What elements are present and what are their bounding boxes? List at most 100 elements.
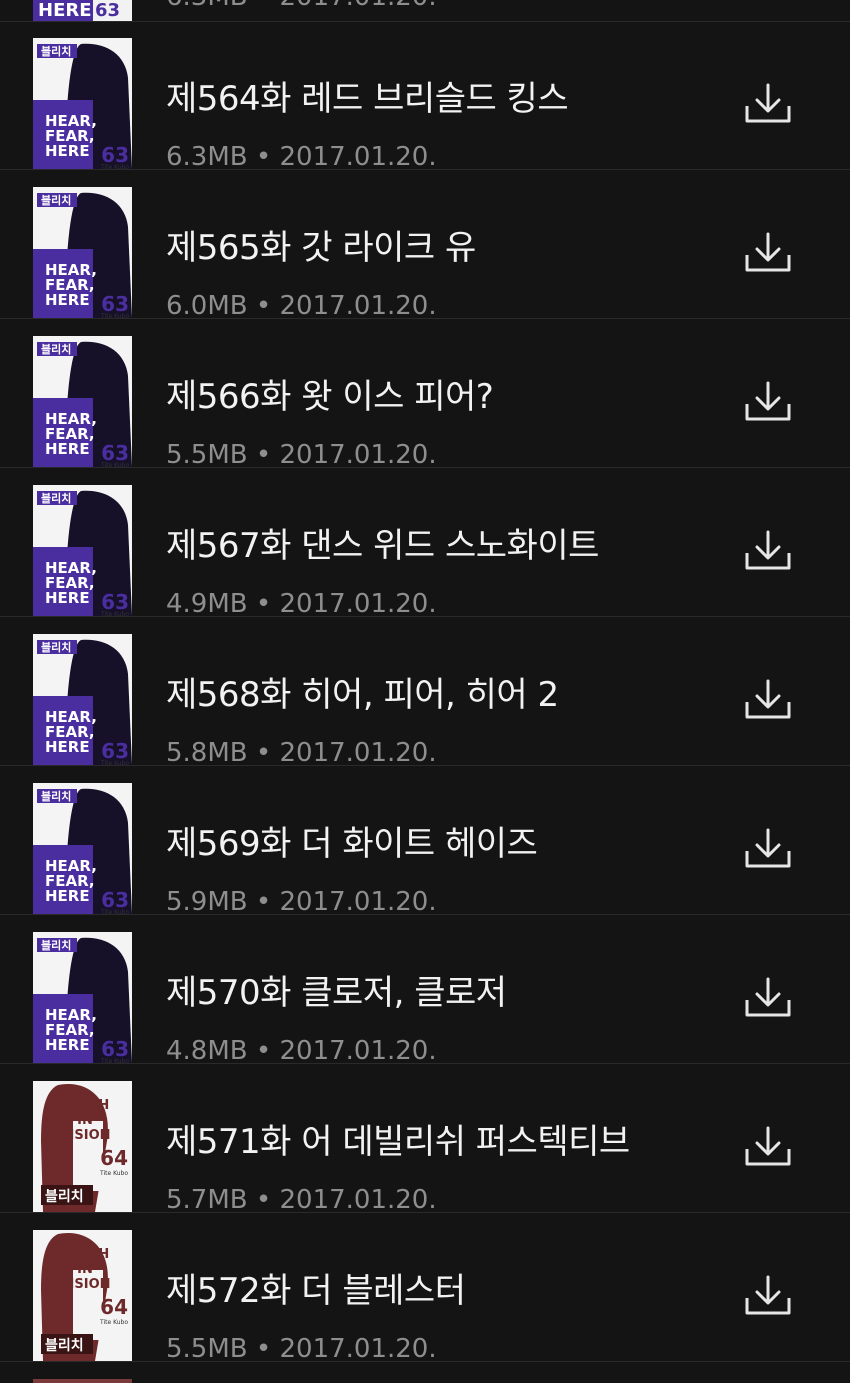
file-meta: 6.3MB • 2017.01.20. xyxy=(166,0,437,14)
svg-text:블리치: 블리치 xyxy=(41,342,71,356)
svg-text:블리치: 블리치 xyxy=(41,789,71,803)
download-button[interactable] xyxy=(744,231,792,275)
download-icon xyxy=(744,1126,792,1173)
cover-author: Tite Kubo xyxy=(100,1058,129,1063)
cover-thumbnail-frame: 블리치 HEAR, FEAR, HERE 63 Tite Kubo xyxy=(33,336,132,467)
download-icon xyxy=(744,530,792,577)
chapter-title: 제568화 히어, 피어, 히어 2 xyxy=(166,675,559,715)
chapter-title: 제567화 댄스 위드 스노화이트 xyxy=(166,526,599,566)
file-meta: 4.9MB • 2017.01.20. xyxy=(166,589,437,619)
chapter-title: 제571화 어 데빌리쉬 퍼스텍티브 xyxy=(166,1122,630,1162)
download-icon xyxy=(744,828,792,875)
cover-thumbnail: 블리치HEAR,FEAR,HERE 63Tite Kubo xyxy=(33,634,132,765)
file-meta: 6.3MB • 2017.01.20. xyxy=(166,142,437,172)
chapter-list-item[interactable]: 블리치 HEAR, FEAR, HERE 63 Tite Kubo 제567화 댄스 위드 … xyxy=(0,468,850,619)
chapter-list-item[interactable]: 블리치 HEAR, FEAR, HERE 63 Tite Kubo 제564화 레드 브리슬… xyxy=(0,21,850,172)
download-button[interactable] xyxy=(744,1274,792,1318)
cover-title-line: HERE xyxy=(45,142,90,160)
download-button[interactable] xyxy=(744,82,792,126)
cover-author: Tite Kubo xyxy=(100,462,129,467)
chapter-list-item[interactable]: 블리치 DEATH IN VISION 64 Tite Kubo 제571화 어 데빌리쉬 … xyxy=(0,1064,850,1215)
cover-title-line: IN xyxy=(77,1262,93,1277)
cover-title-line: HERE xyxy=(45,589,90,607)
file-meta: 5.8MB • 2017.01.20. xyxy=(166,738,437,768)
cover-title-line: HERE xyxy=(45,738,90,756)
cover-thumbnail: 블리치 DEATHINVISION 64Tite Kubo xyxy=(33,1081,132,1212)
cover-title-line: HERE xyxy=(45,291,90,309)
download-button[interactable] xyxy=(744,380,792,424)
cover-author: Tite Kubo xyxy=(100,313,129,318)
chapter-title: 제564화 레드 브리슬드 킹스 xyxy=(166,79,569,119)
chapter-list-item[interactable]: 블리치 HEAR, FEAR, HERE 63 Tite Kubo 제568화 히어, 피어… xyxy=(0,617,850,768)
download-button[interactable] xyxy=(744,678,792,722)
cover-thumbnail-partial: HERE 63 xyxy=(33,0,132,21)
file-meta: 4.8MB • 2017.01.20. xyxy=(166,1036,437,1066)
partial-list-item-top[interactable]: HERE 63 6.3MB • 2017.01.20. xyxy=(0,0,850,22)
chapter-list-item[interactable]: 블리치 HEAR, FEAR, HERE 63 Tite Kubo 제565화 갓 라이크 … xyxy=(0,170,850,321)
cover-author: Tite Kubo xyxy=(100,611,129,616)
partial-list-item-bottom[interactable] xyxy=(0,1379,850,1383)
cover-title-line: HERE xyxy=(45,887,90,905)
cover-title-line: HERE xyxy=(45,440,90,458)
cover-thumbnail-frame: 블리치 DEATH IN VISION 64 Tite Kubo xyxy=(33,1230,132,1361)
chapter-list-item[interactable]: 블리치 HEAR, FEAR, HERE 63 Tite Kubo 제569화 더 화이트 … xyxy=(0,766,850,917)
cover-thumbnail-partial xyxy=(33,1379,132,1383)
download-icon xyxy=(744,977,792,1024)
file-meta: 6.0MB • 2017.01.20. xyxy=(166,291,437,321)
download-button[interactable] xyxy=(744,529,792,573)
file-meta: 5.5MB • 2017.01.20. xyxy=(166,440,437,470)
cover-thumbnail-frame: 블리치 HEAR, FEAR, HERE 63 Tite Kubo xyxy=(33,634,132,765)
svg-text:블리치: 블리치 xyxy=(41,938,71,952)
cover-thumbnail: 블리치HEAR,FEAR,HERE 63Tite Kubo xyxy=(33,336,132,467)
cover-title-line: HERE xyxy=(45,1036,90,1054)
cover-title-line: VISION xyxy=(59,1277,110,1292)
download-icon xyxy=(744,381,792,428)
svg-text:블리치: 블리치 xyxy=(41,640,71,654)
cover-thumbnail: 블리치HEAR,FEAR,HERE 63Tite Kubo xyxy=(33,932,132,1063)
file-meta: 5.9MB • 2017.01.20. xyxy=(166,887,437,917)
cover-thumbnail: 블리치HEAR,FEAR,HERE 63Tite Kubo xyxy=(33,38,132,169)
chapter-list-item[interactable]: 블리치 DEATH IN VISION 64 Tite Kubo 제572화 더 블레스터 5… xyxy=(0,1213,850,1364)
download-icon xyxy=(744,83,792,130)
cover-thumbnail: 블리치 DEATHINVISION 64Tite Kubo xyxy=(33,1230,132,1361)
cover-volume-number: 64 xyxy=(100,1146,128,1170)
download-button[interactable] xyxy=(744,827,792,871)
cover-title-line: VISION xyxy=(59,1128,110,1143)
svg-text:블리치: 블리치 xyxy=(45,1338,84,1354)
chapter-title: 제566화 왓 이스 피어? xyxy=(166,377,494,417)
cover-volume-number: 64 xyxy=(100,1295,128,1319)
cover-thumbnail-frame: 블리치 HEAR, FEAR, HERE 63 Tite Kubo xyxy=(33,38,132,169)
svg-text:블리치: 블리치 xyxy=(41,491,71,505)
download-icon xyxy=(744,232,792,279)
svg-text:HERE: HERE xyxy=(38,0,92,21)
cover-thumbnail-frame: 블리치 HEAR, FEAR, HERE 63 Tite Kubo xyxy=(33,932,132,1063)
chapter-title: 제569화 더 화이트 헤이즈 xyxy=(166,824,538,864)
cover-thumbnail-frame: 블리치 HEAR, FEAR, HERE 63 Tite Kubo xyxy=(33,485,132,616)
file-meta: 5.7MB • 2017.01.20. xyxy=(166,1185,437,1215)
download-icon xyxy=(744,1275,792,1322)
cover-thumbnail: 블리치HEAR,FEAR,HERE 63Tite Kubo xyxy=(33,485,132,616)
svg-text:블리치: 블리치 xyxy=(41,44,71,58)
cover-author: Tite Kubo xyxy=(100,164,129,169)
cover-thumbnail-frame: 블리치 DEATH IN VISION 64 Tite Kubo xyxy=(33,1081,132,1212)
cover-author: Tite Kubo xyxy=(100,909,129,914)
cover-thumbnail: 블리치HEAR,FEAR,HERE 63Tite Kubo xyxy=(33,783,132,914)
chapter-title: 제570화 클로저, 클로저 xyxy=(166,973,507,1013)
cover-author: Tite Kubo xyxy=(99,1170,128,1177)
chapter-list-item[interactable]: 블리치 HEAR, FEAR, HERE 63 Tite Kubo 제570화 클로저, 클… xyxy=(0,915,850,1066)
cover-thumbnail-frame: 블리치 HEAR, FEAR, HERE 63 Tite Kubo xyxy=(33,783,132,914)
download-button[interactable] xyxy=(744,976,792,1020)
cover-title-line: IN xyxy=(77,1113,93,1128)
svg-text:블리치: 블리치 xyxy=(41,193,71,207)
cover-author: Tite Kubo xyxy=(99,1319,128,1326)
chapter-title: 제565화 갓 라이크 유 xyxy=(166,228,476,268)
cover-thumbnail-frame: 블리치 HEAR, FEAR, HERE 63 Tite Kubo xyxy=(33,187,132,318)
chapter-list-item[interactable]: 블리치 HEAR, FEAR, HERE 63 Tite Kubo 제566화 왓 이스 피… xyxy=(0,319,850,470)
cover-title-line: DEATH xyxy=(61,1247,109,1262)
svg-text:블리치: 블리치 xyxy=(45,1189,84,1205)
download-icon xyxy=(744,679,792,726)
cover-thumbnail: 블리치HEAR,FEAR,HERE 63Tite Kubo xyxy=(33,187,132,318)
svg-text:63: 63 xyxy=(95,0,120,21)
cover-title-line: DEATH xyxy=(61,1098,109,1113)
download-button[interactable] xyxy=(744,1125,792,1169)
